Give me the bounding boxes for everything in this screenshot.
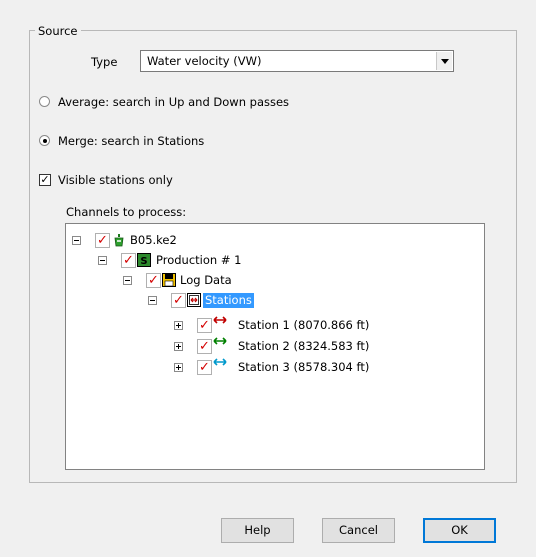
help-button[interactable]: Help xyxy=(221,518,294,543)
tree-label-stations[interactable]: Stations xyxy=(203,293,254,308)
collapse-icon[interactable] xyxy=(72,236,81,245)
collapse-icon[interactable] xyxy=(148,296,157,305)
visible-stations-checkbox[interactable]: ✓ xyxy=(39,174,51,186)
tree-label-station-2[interactable]: Station 2 (8324.583 ft) xyxy=(238,339,369,354)
folder-icon xyxy=(162,273,176,287)
merge-radio-label[interactable]: Merge: search in Stations xyxy=(58,134,204,148)
type-label: Type xyxy=(91,55,118,69)
average-radio-label[interactable]: Average: search in Up and Down passes xyxy=(58,95,289,109)
tree-checkbox-station-2[interactable]: ✓ xyxy=(197,339,212,354)
tree-checkbox-station-1[interactable]: ✓ xyxy=(197,318,212,333)
expand-icon[interactable] xyxy=(174,321,183,330)
tree-label-production[interactable]: Production # 1 xyxy=(156,253,241,268)
expand-icon[interactable] xyxy=(174,363,183,372)
tree-checkbox-logdata[interactable]: ✓ xyxy=(146,273,161,288)
tree-checkbox-well[interactable]: ✓ xyxy=(95,233,110,248)
station-arrow-icon xyxy=(213,337,227,345)
type-combobox-value: Water velocity (VW) xyxy=(147,54,262,68)
s-icon: S xyxy=(137,253,151,267)
ok-button[interactable]: OK xyxy=(423,518,496,543)
type-combobox[interactable]: Water velocity (VW) xyxy=(140,50,454,72)
collapse-icon[interactable] xyxy=(98,256,107,265)
station-arrow-icon xyxy=(213,316,227,324)
tree-label-station-3[interactable]: Station 3 (8578.304 ft) xyxy=(238,360,369,375)
station-arrow-icon xyxy=(213,358,227,366)
tree-label-well[interactable]: B05.ke2 xyxy=(130,233,177,248)
svg-text:S: S xyxy=(140,256,147,267)
visible-stations-label[interactable]: Visible stations only xyxy=(58,173,173,187)
expand-icon[interactable] xyxy=(174,342,183,351)
tree-checkbox-station-3[interactable]: ✓ xyxy=(197,360,212,375)
collapse-icon[interactable] xyxy=(123,276,132,285)
well-icon xyxy=(114,234,124,247)
merge-radio[interactable] xyxy=(39,135,50,146)
average-radio[interactable] xyxy=(39,96,50,107)
chevron-down-icon[interactable] xyxy=(436,52,452,70)
source-group-label: Source xyxy=(35,24,81,38)
tree-label-logdata[interactable]: Log Data xyxy=(180,273,232,288)
tree-checkbox-production[interactable]: ✓ xyxy=(121,253,136,268)
channels-tree[interactable]: ✓ B05.ke2 ✓ S Production # 1 ✓ Log Data … xyxy=(65,223,485,470)
channels-label: Channels to process: xyxy=(66,205,187,219)
tree-label-station-1[interactable]: Station 1 (8070.866 ft) xyxy=(238,318,369,333)
stations-icon xyxy=(187,293,201,307)
cancel-button[interactable]: Cancel xyxy=(322,518,395,543)
tree-checkbox-stations[interactable]: ✓ xyxy=(171,293,186,308)
